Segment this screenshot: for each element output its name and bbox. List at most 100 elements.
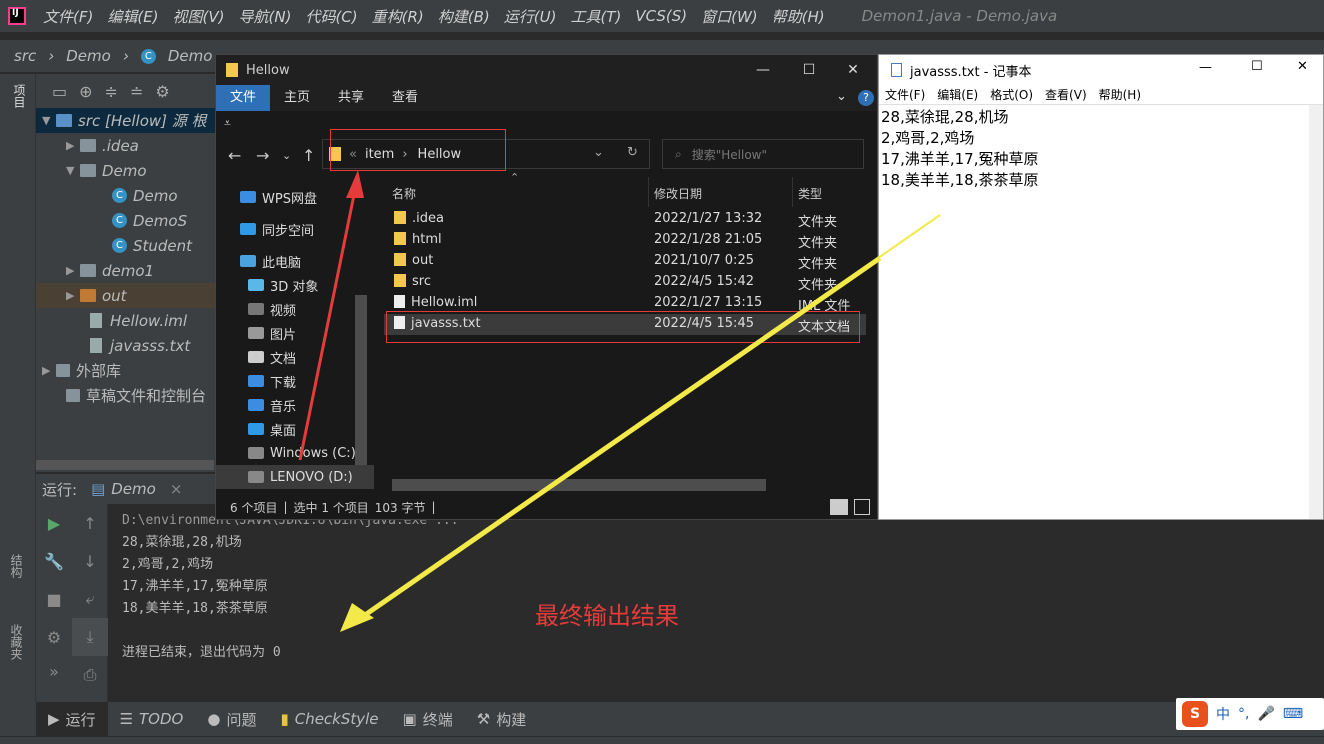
tool-tab-todo[interactable]: ☰ TODO: [108, 710, 196, 728]
breadcrumb-demo-class[interactable]: Demo: [168, 47, 213, 65]
wrench-icon[interactable]: 🔧: [36, 542, 72, 580]
help-icon[interactable]: ?: [858, 90, 874, 106]
notepad-text-area[interactable]: 28,菜徐琨,28,机场 2,鸡哥,2,鸡场 17,沸羊羊,17,冤种草原 18…: [881, 107, 1038, 191]
chevron-right-icon[interactable]: ▶: [66, 139, 80, 152]
tool-tab-problems[interactable]: ● 问题: [195, 709, 268, 730]
menu-window[interactable]: 窗口(W): [694, 6, 765, 27]
nav-item-music[interactable]: 音乐: [216, 393, 374, 417]
menu-edit[interactable]: 编辑(E): [100, 6, 165, 27]
collapse-all-icon[interactable]: ≐: [130, 82, 143, 101]
menu-build[interactable]: 构建(B): [431, 6, 497, 27]
maximize-button[interactable]: ☐: [1251, 59, 1263, 74]
chevron-down-icon[interactable]: ▼: [66, 164, 80, 177]
rerun-icon[interactable]: ▶: [36, 504, 72, 542]
breadcrumb-src[interactable]: src: [14, 47, 36, 65]
tree-item-out[interactable]: ▶ out: [36, 283, 216, 308]
chevron-down-icon[interactable]: ⌄: [593, 145, 604, 160]
menu-help[interactable]: 帮助(H): [765, 6, 832, 27]
back-arrow-icon[interactable]: ←: [228, 146, 241, 165]
tree-item-scratches[interactable]: 草稿文件和控制台: [36, 383, 216, 408]
menu-run[interactable]: 运行(U): [497, 6, 564, 27]
breadcrumb-demo-package[interactable]: Demo: [66, 47, 111, 65]
print-icon[interactable]: ⎙: [72, 656, 108, 694]
menu-refactor[interactable]: 重构(R): [365, 6, 431, 27]
search-box[interactable]: ⌕ 搜索"Hellow": [662, 139, 864, 169]
nav-item-downloads[interactable]: 下载: [216, 369, 374, 393]
project-tool-tab[interactable]: 项目: [8, 84, 28, 108]
locate-icon[interactable]: ⊕: [79, 82, 92, 101]
customize-icon[interactable]: ⩡: [224, 116, 231, 130]
tree-item-demos-class[interactable]: C DemoS: [36, 208, 216, 233]
tree-item-student-class[interactable]: C Student: [36, 233, 216, 258]
tool-tab-checkstyle[interactable]: ▮ CheckStyle: [268, 710, 390, 728]
gear-icon[interactable]: ⚙: [36, 618, 72, 656]
tree-item-demo-class[interactable]: C Demo: [36, 183, 216, 208]
sogou-logo-icon[interactable]: S: [1182, 701, 1208, 727]
favorites-tool-tab[interactable]: 收藏夹: [8, 624, 25, 660]
file-row[interactable]: out 2021/10/7 0:25 文件夹: [384, 251, 866, 272]
stop-icon[interactable]: ■: [36, 580, 72, 618]
column-name[interactable]: 名称: [392, 181, 416, 205]
nav-item-desktop[interactable]: 桌面: [216, 417, 374, 441]
maximize-button[interactable]: ☐: [786, 55, 832, 85]
project-hscrollbar[interactable]: [36, 460, 214, 470]
soft-wrap-icon[interactable]: ⤶: [72, 580, 108, 618]
notepad-menu-format[interactable]: 格式(O): [984, 86, 1039, 103]
tree-item-demo-package[interactable]: ▼ Demo: [36, 158, 216, 183]
notepad-menu-file[interactable]: 文件(F): [879, 86, 931, 103]
ribbon-tab-share[interactable]: 共享: [324, 85, 378, 111]
tool-tab-run[interactable]: ▶ 运行: [36, 702, 108, 736]
tree-item-hellow-iml[interactable]: Hellow.iml: [36, 308, 216, 333]
tree-item-external-libraries[interactable]: ▶ 外部库: [36, 358, 216, 383]
column-type[interactable]: 类型: [798, 181, 822, 205]
menu-vcs[interactable]: VCS(S): [628, 7, 694, 25]
recent-dropdown-icon[interactable]: ⌄: [282, 149, 291, 162]
column-date[interactable]: 修改日期: [654, 181, 702, 205]
minimize-button[interactable]: —: [1199, 60, 1212, 75]
chevron-down-icon[interactable]: ⌄: [836, 89, 847, 104]
tree-item-src[interactable]: ▼ src [Hellow] 源 根: [36, 108, 216, 133]
menu-file[interactable]: 文件(F): [36, 6, 100, 27]
console-output[interactable]: D:\environment\JAVA\JDK1.8\bin\java.exe …: [122, 510, 459, 664]
expand-all-icon[interactable]: ≑: [105, 82, 118, 101]
details-view-icon[interactable]: [830, 499, 848, 515]
forward-arrow-icon[interactable]: →: [256, 146, 269, 165]
more-icon[interactable]: »: [36, 656, 72, 686]
nav-item-pictures[interactable]: 图片: [216, 321, 374, 345]
chevron-right-icon[interactable]: ▶: [42, 364, 56, 377]
ime-language[interactable]: 中: [1216, 704, 1230, 724]
close-button[interactable]: ✕: [1297, 59, 1308, 74]
chevron-right-icon[interactable]: ▶: [66, 264, 80, 277]
thumbnail-view-icon[interactable]: [854, 499, 870, 515]
chevron-down-icon[interactable]: ▼: [42, 114, 56, 127]
notepad-menu-edit[interactable]: 编辑(E): [931, 86, 984, 103]
nav-item-this-pc[interactable]: 此电脑: [216, 249, 374, 273]
nav-item-drive-d[interactable]: LENOVO (D:): [216, 465, 374, 489]
close-button[interactable]: ✕: [830, 55, 876, 85]
menu-tools[interactable]: 工具(T): [563, 6, 628, 27]
minimize-button[interactable]: —: [740, 55, 786, 85]
tree-item-javasss-txt[interactable]: javasss.txt: [36, 333, 216, 358]
menu-navigate[interactable]: 导航(N): [232, 6, 299, 27]
ime-punctuation[interactable]: °,: [1238, 706, 1249, 722]
nav-item-sync[interactable]: 同步空间: [216, 217, 374, 241]
file-list-hscrollbar[interactable]: [392, 479, 766, 491]
ribbon-tab-view[interactable]: 查看: [378, 85, 432, 111]
notepad-scrollbar[interactable]: [1309, 105, 1323, 519]
project-view-icon[interactable]: ▭: [52, 82, 67, 101]
nav-item-videos[interactable]: 视频: [216, 297, 374, 321]
close-icon[interactable]: ×: [170, 480, 183, 498]
file-row[interactable]: .idea 2022/1/27 13:32 文件夹: [384, 209, 866, 230]
file-row[interactable]: src 2022/4/5 15:42 文件夹: [384, 272, 866, 293]
ribbon-tab-file[interactable]: 文件: [216, 85, 271, 111]
menu-code[interactable]: 代码(C): [298, 6, 364, 27]
column-divider[interactable]: [648, 177, 649, 207]
menu-view[interactable]: 视图(V): [166, 6, 232, 27]
tree-item-demo1[interactable]: ▶ demo1: [36, 258, 216, 283]
gear-icon[interactable]: ⚙: [155, 82, 169, 101]
column-divider[interactable]: [792, 177, 793, 207]
arrow-down-icon[interactable]: ↓: [72, 542, 108, 580]
ribbon-tab-home[interactable]: 主页: [270, 85, 324, 111]
file-row[interactable]: html 2022/1/28 21:05 文件夹: [384, 230, 866, 251]
scroll-to-end-icon[interactable]: ⤓: [72, 618, 108, 656]
